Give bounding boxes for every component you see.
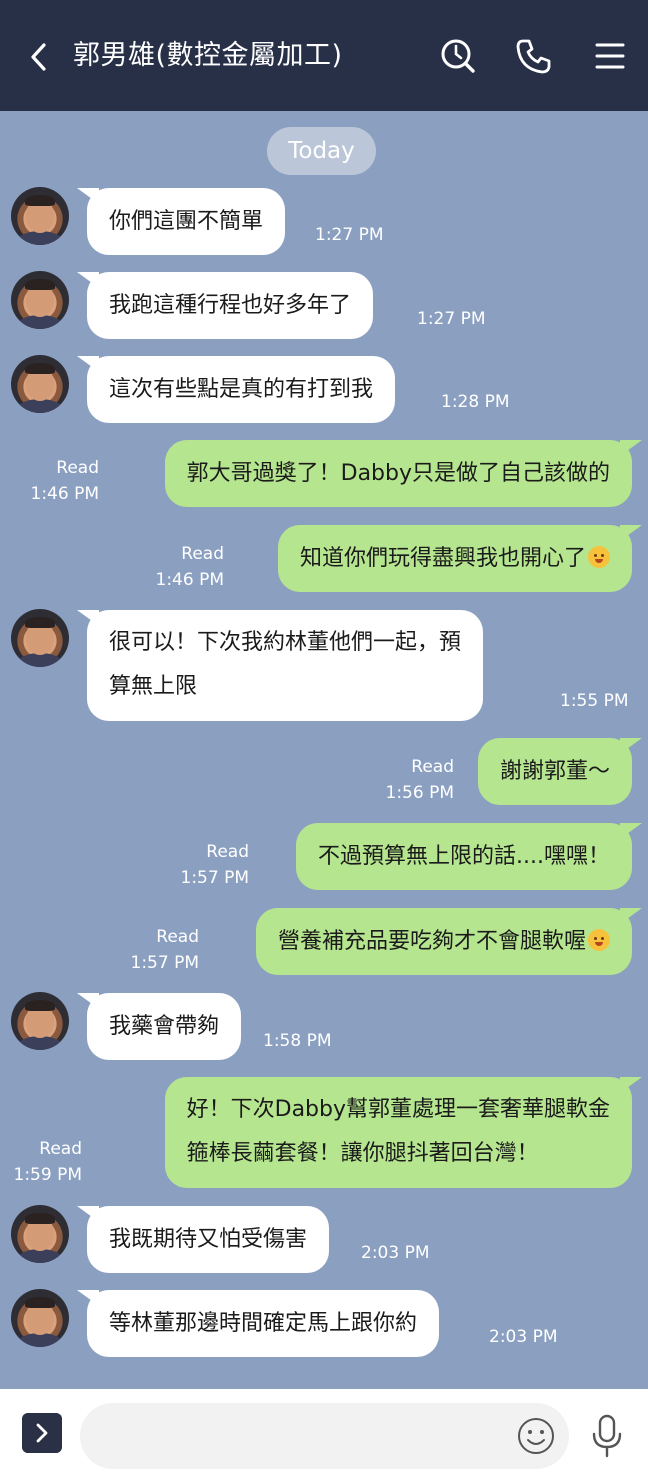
expand-menu-icon[interactable] bbox=[22, 1413, 62, 1453]
contact-avatar[interactable] bbox=[11, 609, 69, 667]
incoming-message[interactable]: 你們這團不簡單 bbox=[87, 188, 286, 255]
message-time: 1:57 PM bbox=[180, 868, 250, 888]
contact-avatar[interactable] bbox=[11, 271, 69, 329]
menu-icon[interactable] bbox=[590, 36, 630, 76]
message-text-line: 很可以！下次我約林董他們一起，預 bbox=[109, 630, 462, 655]
message-text: 郭大哥過獎了！Dabby只是做了自己該做的 bbox=[186, 461, 610, 486]
contact-avatar[interactable] bbox=[11, 1289, 69, 1347]
read-receipt: Read bbox=[206, 842, 249, 862]
outgoing-message[interactable]: 郭大哥過獎了！Dabby只是做了自己該做的 bbox=[164, 440, 632, 507]
message-input[interactable] bbox=[80, 1403, 569, 1469]
outgoing-message[interactable]: 好！下次Dabby幫郭董處理一套奢華腿軟金 箍棒長繭套餐！讓你腿抖著回台灣！ bbox=[164, 1077, 632, 1188]
message-time: 2:03 PM bbox=[489, 1327, 558, 1347]
contact-avatar[interactable] bbox=[11, 355, 69, 413]
microphone-icon[interactable] bbox=[590, 1413, 624, 1459]
message-time: 1:46 PM bbox=[155, 570, 225, 590]
message-text-line: 算無上限 bbox=[109, 674, 198, 699]
message-text: 我跑這種行程也好多年了 bbox=[109, 293, 352, 318]
emoji-icon[interactable] bbox=[517, 1417, 555, 1455]
message-composer bbox=[0, 1389, 648, 1484]
message-text: 我藥會帶夠 bbox=[109, 1014, 220, 1039]
message-time: 1:56 PM bbox=[385, 783, 455, 803]
message-meta: Read 1:59 PM bbox=[14, 1136, 83, 1188]
outgoing-message[interactable]: 不過預算無上限的話....嘿嘿！ bbox=[296, 823, 632, 890]
message-meta: Read 1:46 PM bbox=[31, 455, 100, 507]
incoming-message[interactable]: 我藥會帶夠 bbox=[87, 993, 242, 1060]
message-meta: Read 1:57 PM bbox=[181, 839, 250, 891]
message-time: 1:57 PM bbox=[130, 953, 200, 973]
chat-title: 郭男雄(數控金屬加工) bbox=[73, 40, 343, 71]
incoming-message[interactable]: 很可以！下次我約林董他們一起，預 算無上限 bbox=[87, 610, 484, 721]
date-separator: Today bbox=[267, 127, 376, 175]
read-receipt: Read bbox=[411, 757, 454, 777]
message-time: 1:46 PM bbox=[30, 484, 100, 504]
outgoing-message[interactable]: 知道你們玩得盡興我也開心了 bbox=[277, 525, 632, 592]
message-time: 1:27 PM bbox=[417, 309, 486, 329]
read-receipt: Read bbox=[39, 1139, 82, 1159]
contact-avatar[interactable] bbox=[11, 1205, 69, 1263]
message-text: 你們這團不簡單 bbox=[109, 209, 264, 234]
contact-avatar[interactable] bbox=[11, 992, 69, 1050]
message-meta: Read 1:46 PM bbox=[156, 541, 225, 593]
message-meta: Read 1:57 PM bbox=[131, 924, 200, 976]
incoming-message[interactable]: 等林董那邊時間確定馬上跟你約 bbox=[87, 1290, 440, 1357]
message-time: 1:55 PM bbox=[560, 691, 629, 711]
kissing-face-emoji-icon bbox=[588, 546, 610, 568]
message-text: 不過預算無上限的話....嘿嘿！ bbox=[318, 844, 610, 869]
phone-call-icon[interactable] bbox=[513, 36, 553, 76]
incoming-message[interactable]: 我既期待又怕受傷害 bbox=[87, 1206, 330, 1273]
message-text: 等林董那邊時間確定馬上跟你約 bbox=[109, 1311, 418, 1336]
read-receipt: Read bbox=[181, 544, 224, 564]
incoming-message[interactable]: 這次有些點是真的有打到我 bbox=[87, 356, 396, 423]
chat-area[interactable]: Today 你們這團不簡單 1:27 PM 我跑這種行程也好多年了 1:27 P… bbox=[0, 111, 648, 1389]
outgoing-message[interactable]: 謝謝郭董～ bbox=[477, 738, 632, 805]
message-time: 1:58 PM bbox=[263, 1031, 332, 1051]
outgoing-message[interactable]: 營養補充品要吃夠才不會腿軟喔 bbox=[255, 908, 632, 975]
message-time: 1:28 PM bbox=[441, 392, 510, 412]
contact-avatar[interactable] bbox=[11, 187, 69, 245]
message-text: 我既期待又怕受傷害 bbox=[109, 1227, 308, 1252]
message-time: 2:03 PM bbox=[361, 1243, 430, 1263]
read-receipt: Read bbox=[156, 927, 199, 947]
search-icon[interactable] bbox=[438, 36, 478, 76]
back-arrow-icon[interactable] bbox=[26, 40, 54, 74]
message-text: 謝謝郭董～ bbox=[499, 759, 610, 784]
message-text-line: 箍棒長繭套餐！讓你腿抖著回台灣！ bbox=[186, 1141, 539, 1166]
message-text-line: 好！下次Dabby幫郭董處理一套奢華腿軟金 bbox=[186, 1097, 610, 1122]
message-time: 1:27 PM bbox=[315, 225, 384, 245]
message-time: 1:59 PM bbox=[13, 1165, 83, 1185]
rofl-emoji-icon bbox=[588, 929, 610, 951]
read-receipt: Read bbox=[56, 458, 99, 478]
message-text: 知道你們玩得盡興我也開心了 bbox=[299, 546, 586, 571]
message-text: 營養補充品要吃夠才不會腿軟喔 bbox=[277, 929, 586, 954]
incoming-message[interactable]: 我跑這種行程也好多年了 bbox=[87, 272, 374, 339]
message-meta: Read 1:56 PM bbox=[386, 754, 455, 806]
message-text: 這次有些點是真的有打到我 bbox=[109, 377, 374, 402]
chat-header: 郭男雄(數控金屬加工) bbox=[0, 0, 648, 111]
